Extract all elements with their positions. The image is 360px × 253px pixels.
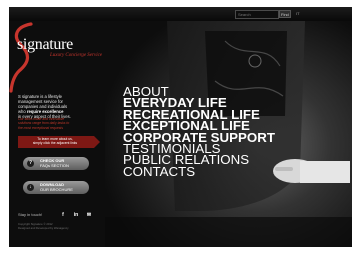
intro-highlight-text: Our tailor-made and innovative solutions… [18,117,94,130]
logo[interactable]: signature [17,36,73,54]
credits-line[interactable]: Designed and Developed by Wanagency [18,226,69,231]
page: Find IT signature Luxury Concierge Servi… [9,7,352,247]
brochure-button-label: DOWNLOAD OUR BROCHURE [40,182,86,192]
linkedin-icon[interactable]: in [73,212,79,218]
search-input[interactable] [235,10,279,19]
copyright: Copyright Signature © 2012 Designed and … [18,222,69,231]
download-brochure-button[interactable]: ↓ DOWNLOAD OUR BROCHURE [23,181,89,194]
facebook-icon[interactable]: f [60,212,66,218]
social-links: Stay in touch! f in ✉ [18,211,100,219]
nav-item-contacts[interactable]: CONTACTS [123,164,195,179]
logo-tagline: Luxury Concierge Service [50,53,103,58]
social-label: Stay in touch! [18,212,43,217]
language-switch[interactable]: IT [296,10,300,18]
learn-more-line: simply click the adjacent links [32,140,78,145]
learn-more-text: To learn more about us, simply click the… [22,137,88,146]
learn-more-banner: To learn more about us, simply click the… [18,136,100,148]
left-panel: signature Luxury Concierge Service S sig… [9,21,105,247]
download-icon: ↓ [27,184,34,191]
faqs-button[interactable]: ? CHECK OUR FAQs SECTION [23,157,89,170]
brochure-line2: OUR BROCHURE [40,186,73,192]
email-icon[interactable]: ✉ [86,212,92,218]
search-button[interactable]: Find [279,10,291,18]
intro-highlight-line: the most exceptional requests [18,125,64,130]
logo-swirl-icon [9,22,33,93]
faqs-button-label: CHECK OUR FAQs SECTION [40,158,86,168]
faqs-line2: FAQs SECTION [40,162,69,168]
intro-text: S signature is a lifestyle management se… [18,94,98,119]
question-icon: ? [27,160,34,167]
top-bar: Find IT [9,7,352,21]
